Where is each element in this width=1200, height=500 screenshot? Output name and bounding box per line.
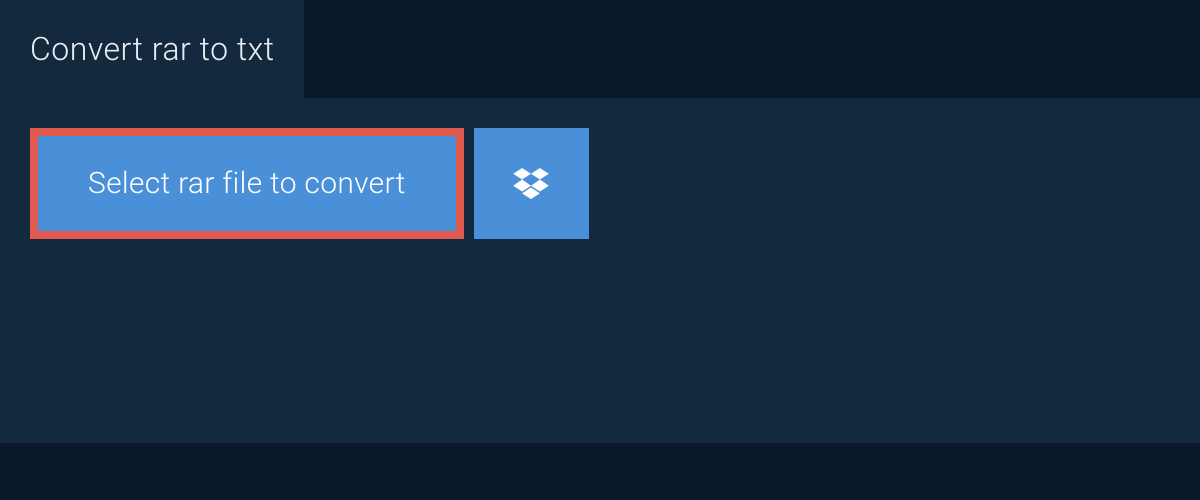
page-title-tab: Convert rar to txt [0, 0, 304, 98]
select-file-button[interactable]: Select rar file to convert [30, 128, 464, 239]
conversion-panel: Select rar file to convert [0, 98, 1200, 443]
button-row: Select rar file to convert [0, 98, 1200, 279]
dropbox-icon [513, 168, 549, 200]
page-title: Convert rar to txt [30, 30, 274, 68]
dropbox-button[interactable] [474, 128, 589, 239]
select-file-label: Select rar file to convert [88, 166, 406, 201]
